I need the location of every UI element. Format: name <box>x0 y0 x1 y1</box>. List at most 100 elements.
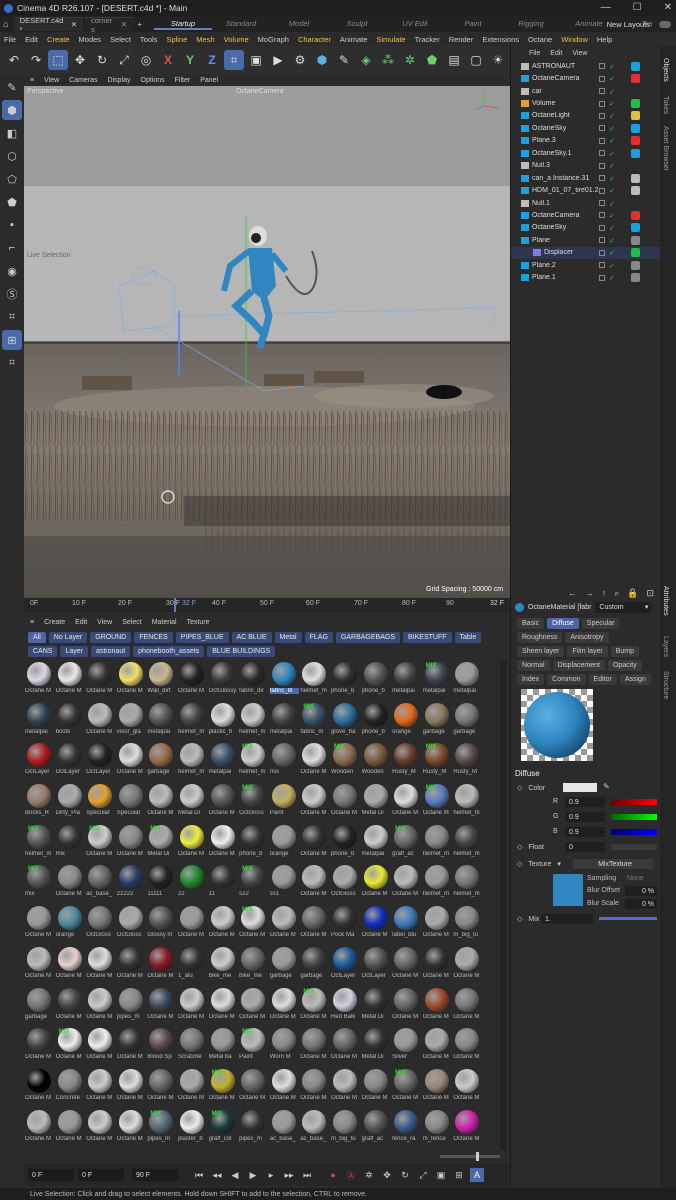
enable-check-icon[interactable]: ✓ <box>609 63 616 71</box>
material-swatch[interactable]: metalpai <box>208 741 239 782</box>
keyframe-selection-icon[interactable]: ✲ <box>362 1168 376 1182</box>
mix-slider[interactable] <box>599 917 657 920</box>
material-swatch[interactable]: Octane M <box>146 945 177 986</box>
object-row[interactable]: Plane ✓ <box>511 234 660 246</box>
mode-select[interactable]: Custom ▾ <box>595 601 652 613</box>
layout-tab-paint[interactable]: Paint <box>444 19 502 30</box>
material-swatch[interactable]: garbage <box>269 945 300 986</box>
home-icon[interactable]: ⌂ <box>0 19 12 29</box>
grid-icon[interactable]: ⊞ <box>2 330 22 350</box>
menu-file[interactable]: File <box>4 35 16 44</box>
object-tag-icon[interactable] <box>631 223 640 233</box>
material-swatch[interactable]: MIX pipes_m <box>146 1108 177 1149</box>
subdivision-icon[interactable]: ◈ <box>356 50 376 70</box>
object-row[interactable]: OctaneSky ✓ <box>511 122 660 134</box>
material-swatch[interactable]: Octane M <box>422 1026 453 1067</box>
next-frame-icon[interactable]: ▸ <box>264 1168 278 1182</box>
forward-arrow-icon[interactable]: → <box>585 588 594 598</box>
object-tag-icon[interactable] <box>631 74 640 84</box>
material-swatch[interactable]: Octane M <box>422 904 453 945</box>
snap-icon[interactable]: Ⓢ <box>2 284 22 304</box>
material-swatch[interactable]: Octane M <box>299 863 330 904</box>
material-swatch[interactable]: MIX Metal Di <box>146 823 177 864</box>
g-field[interactable]: 0.9 <box>565 812 605 822</box>
material-swatch[interactable]: metalpai <box>269 701 300 742</box>
color-swatch[interactable] <box>563 783 597 792</box>
material-swatch[interactable]: MIX Paint <box>238 1026 269 1067</box>
filter-chip-phonebooth-assets[interactable]: phonebooth_assets <box>133 646 205 657</box>
material-swatch[interactable]: Octane M <box>116 1067 147 1108</box>
menu-spline[interactable]: Spline <box>166 35 187 44</box>
material-swatch[interactable]: 22 <box>177 863 208 904</box>
filter-chip-astronaut[interactable]: astronaut <box>90 646 131 657</box>
material-swatch[interactable]: MIX Octane M <box>422 782 453 823</box>
material-swatch[interactable]: Metal Di <box>177 782 208 823</box>
material-swatch[interactable]: MIX Octane M <box>238 904 269 945</box>
object-row[interactable]: can_a Instance.31 ✓ <box>511 172 660 184</box>
side-tab-layers[interactable]: Layers <box>662 636 669 657</box>
enable-check-icon[interactable]: ✓ <box>609 187 616 195</box>
timeline-mode-icon[interactable]: A <box>470 1168 484 1182</box>
texture-button[interactable]: MixTexture <box>573 859 653 869</box>
material-swatch[interactable]: Octane M <box>299 741 330 782</box>
material-swatch[interactable]: MIX helmet_m <box>238 741 269 782</box>
add-tab-icon[interactable]: + <box>137 20 142 29</box>
material-swatch[interactable]: metalpai <box>361 823 392 864</box>
material-swatch[interactable]: m_big_tu <box>452 904 483 945</box>
filter-chip-fences[interactable]: FENCES <box>134 632 173 643</box>
texture-mode-icon[interactable]: ◧ <box>2 123 22 143</box>
material-swatch[interactable]: helmet_m <box>238 701 269 742</box>
param-key-icon[interactable]: ▣ <box>434 1168 448 1182</box>
select-tool-icon[interactable]: ⬚ <box>48 50 68 70</box>
blur-offset-field[interactable]: 0 % <box>625 886 657 896</box>
layout-tab-uv-edit[interactable]: UV Edit <box>386 19 444 30</box>
filter-chip-ac-blue[interactable]: AC BLUE <box>231 632 272 643</box>
material-zoom-slider[interactable] <box>440 1152 500 1161</box>
material-swatch[interactable]: OctGloss <box>85 904 116 945</box>
material-swatch[interactable]: garbage <box>452 701 483 742</box>
channel-button-anisotropy[interactable]: Anisotropy <box>565 632 609 643</box>
tab-desert[interactable]: DESERT.c4d * ✕ <box>13 16 83 34</box>
material-swatch[interactable]: Octane M <box>330 1026 361 1067</box>
enable-check-icon[interactable]: ✓ <box>609 212 616 220</box>
filter-chip-blue-buildings[interactable]: BLUE BUILDINGS <box>207 646 276 657</box>
material-swatch[interactable]: 22222 <box>116 863 147 904</box>
material-swatch[interactable]: Octane M <box>146 986 177 1027</box>
channel-button-editor[interactable]: Editor <box>588 674 617 685</box>
menu-simulate[interactable]: Simulate <box>376 35 405 44</box>
chevron-down-icon[interactable]: ▾ <box>557 860 561 868</box>
material-swatch[interactable]: m_big_tu <box>330 1108 361 1149</box>
menu-tools[interactable]: Tools <box>140 35 158 44</box>
visibility-toggle[interactable] <box>599 274 605 281</box>
prev-key-icon[interactable]: ◂◂ <box>210 1168 224 1182</box>
material-swatch[interactable]: orange <box>55 904 86 945</box>
material-swatch[interactable]: Specular <box>85 782 116 823</box>
channel-button-displacement[interactable]: Displacement <box>552 660 605 671</box>
side-tab-asset-browser[interactable]: Asset Browser <box>662 126 669 171</box>
recent-tools-icon[interactable]: ◎ <box>136 50 156 70</box>
material-swatch[interactable]: Octane M <box>391 782 422 823</box>
visibility-toggle[interactable] <box>599 75 605 82</box>
enable-check-icon[interactable]: ✓ <box>609 237 616 245</box>
material-swatch[interactable]: plastic_b <box>208 701 239 742</box>
filter-chip-layer[interactable]: Layer <box>60 646 88 657</box>
material-swatch[interactable]: Octane M <box>452 986 483 1027</box>
axis-x-button[interactable]: X <box>158 50 178 70</box>
layout-tab-startup[interactable]: Startup <box>154 19 213 30</box>
enable-check-icon[interactable]: ✓ <box>609 175 616 183</box>
material-swatch[interactable]: visor_gla <box>116 701 147 742</box>
material-swatch[interactable]: plaster_b <box>177 1108 208 1149</box>
viewport-menu-filter[interactable]: Filter <box>175 77 191 84</box>
material-swatch[interactable]: Octane M <box>452 1026 483 1067</box>
keyframe-dot-icon[interactable]: ◇ <box>517 860 522 868</box>
axis-mode-icon[interactable]: ⌐ <box>2 238 22 258</box>
material-swatch[interactable]: phone_b <box>361 660 392 701</box>
material-swatch[interactable]: garbage <box>422 701 453 742</box>
layout-tab-sculpt[interactable]: Sculpt <box>328 19 386 30</box>
filter-chip-cans[interactable]: CANS <box>28 646 58 657</box>
material-swatch[interactable]: Octane M <box>85 701 116 742</box>
filter-chip-all[interactable]: All <box>28 632 46 643</box>
material-menu-edit[interactable]: Edit <box>75 619 87 626</box>
material-swatch[interactable]: Octane M <box>146 1067 177 1108</box>
material-swatch[interactable]: Octane M <box>452 945 483 986</box>
